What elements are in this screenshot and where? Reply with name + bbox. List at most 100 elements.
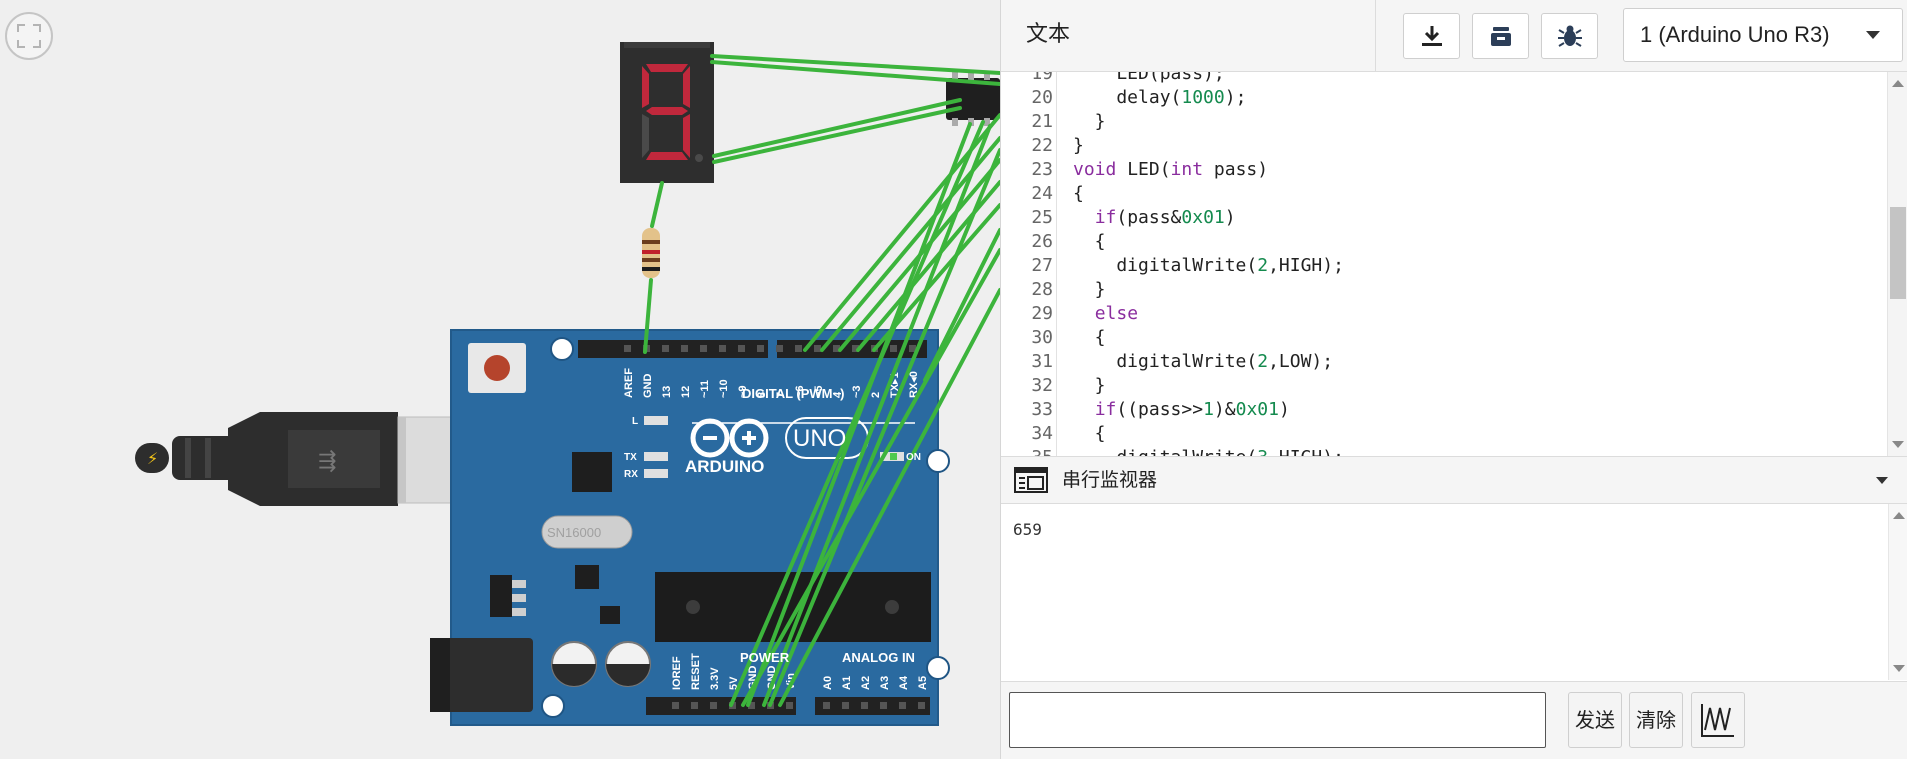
- fit-view-button[interactable]: [5, 12, 53, 60]
- serial-input[interactable]: [1009, 692, 1546, 748]
- code-line[interactable]: 28 }: [1001, 278, 1886, 302]
- code-line[interactable]: 31 digitalWrite(2,LOW);: [1001, 350, 1886, 374]
- code-text[interactable]: digitalWrite(2,HIGH);: [1073, 254, 1344, 278]
- code-line[interactable]: 20 delay(1000);: [1001, 86, 1886, 110]
- resistor[interactable]: [642, 228, 660, 278]
- graph-button[interactable]: [1691, 692, 1745, 748]
- code-line[interactable]: 21 }: [1001, 110, 1886, 134]
- code-line[interactable]: 27 digitalWrite(2,HIGH);: [1001, 254, 1886, 278]
- code-text[interactable]: }: [1073, 134, 1084, 158]
- pin-socket[interactable]: [861, 702, 868, 709]
- pin-label: A4: [898, 675, 910, 690]
- pin-socket[interactable]: [880, 702, 887, 709]
- led-tx-label: TX: [624, 452, 637, 463]
- code-text[interactable]: {: [1073, 326, 1106, 350]
- code-line[interactable]: 33 if((pass>>1)&0x01): [1001, 398, 1886, 422]
- line-number: 24: [1031, 183, 1053, 204]
- serial-output: 659: [1001, 504, 1907, 682]
- pin-label: A2: [860, 676, 872, 690]
- serial-scrollbar[interactable]: [1888, 504, 1907, 680]
- code-line[interactable]: 32 }: [1001, 374, 1886, 398]
- code-text[interactable]: else: [1073, 302, 1138, 326]
- scroll-down-icon[interactable]: [1892, 441, 1904, 448]
- pin-socket[interactable]: [786, 702, 793, 709]
- line-number: 27: [1031, 255, 1053, 276]
- code-text[interactable]: LED(pass);: [1073, 72, 1224, 86]
- code-text[interactable]: {: [1073, 182, 1084, 206]
- scroll-down-icon[interactable]: [1893, 665, 1905, 672]
- code-line[interactable]: 22}: [1001, 134, 1886, 158]
- pin-socket[interactable]: [899, 702, 906, 709]
- pin-socket[interactable]: [738, 345, 745, 352]
- circuit-drawing[interactable]: ⚡ ⇶ AREF GND 13 12 ~11 ~10 ~9 8 7 ~6 ~5 …: [0, 0, 1000, 759]
- send-button[interactable]: 发送: [1568, 692, 1622, 748]
- scroll-up-icon[interactable]: [1892, 80, 1904, 87]
- pin-socket[interactable]: [691, 702, 698, 709]
- editor-scrollbar[interactable]: [1887, 72, 1907, 456]
- code-line[interactable]: 35 digitalWrite(3,HIGH);: [1001, 446, 1886, 456]
- pin-socket[interactable]: [710, 702, 717, 709]
- circuit-canvas[interactable]: ⚡ ⇶ AREF GND 13 12 ~11 ~10 ~9 8 7 ~6 ~5 …: [0, 0, 1000, 759]
- code-line[interactable]: 34 {: [1001, 422, 1886, 446]
- code-line[interactable]: 25 if(pass&0x01): [1001, 206, 1886, 230]
- code-text[interactable]: }: [1073, 278, 1106, 302]
- pin-socket[interactable]: [719, 345, 726, 352]
- segment-g: [646, 107, 688, 115]
- code-line[interactable]: 26 {: [1001, 230, 1886, 254]
- code-text[interactable]: digitalWrite(2,LOW);: [1073, 350, 1333, 374]
- line-number: 20: [1031, 87, 1053, 108]
- code-text[interactable]: digitalWrite(3,HIGH);: [1073, 446, 1344, 456]
- graph-icon: [1701, 704, 1734, 737]
- pin-socket[interactable]: [624, 345, 631, 352]
- code-toolbar: 文本 1 (Arduino Uno R3): [1001, 0, 1907, 72]
- pin-label: ~11: [699, 380, 711, 398]
- pin-socket[interactable]: [662, 345, 669, 352]
- pin-socket[interactable]: [890, 345, 897, 352]
- seven-segment-display[interactable]: [620, 42, 714, 183]
- clear-button[interactable]: 清除: [1629, 692, 1683, 748]
- pin-socket[interactable]: [823, 702, 830, 709]
- download-button[interactable]: [1403, 13, 1460, 59]
- code-line[interactable]: 23 void LED(int pass): [1001, 158, 1886, 182]
- device-select[interactable]: 1 (Arduino Uno R3): [1623, 8, 1903, 62]
- code-text[interactable]: }: [1073, 374, 1106, 398]
- code-text[interactable]: {: [1073, 422, 1106, 446]
- code-text[interactable]: void LED(int pass): [1073, 158, 1268, 182]
- pin-label: A0: [822, 676, 834, 690]
- code-editor[interactable]: 19 LED(pass); 20 delay(1000); 21 } 22} 23 voi…: [1001, 72, 1907, 456]
- arduino-logo-text: ARDUINO: [685, 457, 764, 476]
- editor-scroll-thumb[interactable]: [1890, 207, 1906, 299]
- scroll-up-icon[interactable]: [1893, 512, 1905, 519]
- on-label: ON: [906, 452, 921, 463]
- code-text[interactable]: {: [1073, 230, 1106, 254]
- code-mode-label[interactable]: 文本: [1026, 0, 1070, 70]
- code-text[interactable]: delay(1000);: [1073, 86, 1246, 110]
- code-line[interactable]: 24 {: [1001, 182, 1886, 206]
- serial-monitor-header[interactable]: 串行监视器: [1001, 456, 1907, 504]
- download-icon: [1421, 26, 1442, 46]
- uno-logo-text: UNO: [793, 425, 846, 452]
- code-text[interactable]: }: [1073, 110, 1106, 134]
- collapse-caret-icon[interactable]: [1876, 477, 1888, 484]
- libraries-button[interactable]: [1472, 13, 1529, 59]
- pin-socket[interactable]: [700, 345, 707, 352]
- pin-socket[interactable]: [672, 702, 679, 709]
- code-line[interactable]: 19 LED(pass);: [1001, 72, 1886, 86]
- code-text[interactable]: if((pass>>1)&0x01): [1073, 398, 1290, 422]
- pin-label: A3: [879, 676, 891, 690]
- pin-socket[interactable]: [776, 345, 783, 352]
- usb-icon: ⇶: [318, 449, 336, 474]
- code-text[interactable]: if(pass&0x01): [1073, 206, 1236, 230]
- line-number: 26: [1031, 231, 1053, 252]
- line-number: 32: [1031, 375, 1053, 396]
- pin-socket[interactable]: [795, 345, 802, 352]
- code-line[interactable]: 30 {: [1001, 326, 1886, 350]
- pin-socket[interactable]: [814, 345, 821, 352]
- pin-socket[interactable]: [918, 702, 925, 709]
- debugger-button[interactable]: [1541, 13, 1598, 59]
- code-line[interactable]: 29 else: [1001, 302, 1886, 326]
- pin-socket[interactable]: [757, 345, 764, 352]
- pin-socket[interactable]: [842, 702, 849, 709]
- pin-socket[interactable]: [681, 345, 688, 352]
- line-number: 29: [1031, 303, 1053, 324]
